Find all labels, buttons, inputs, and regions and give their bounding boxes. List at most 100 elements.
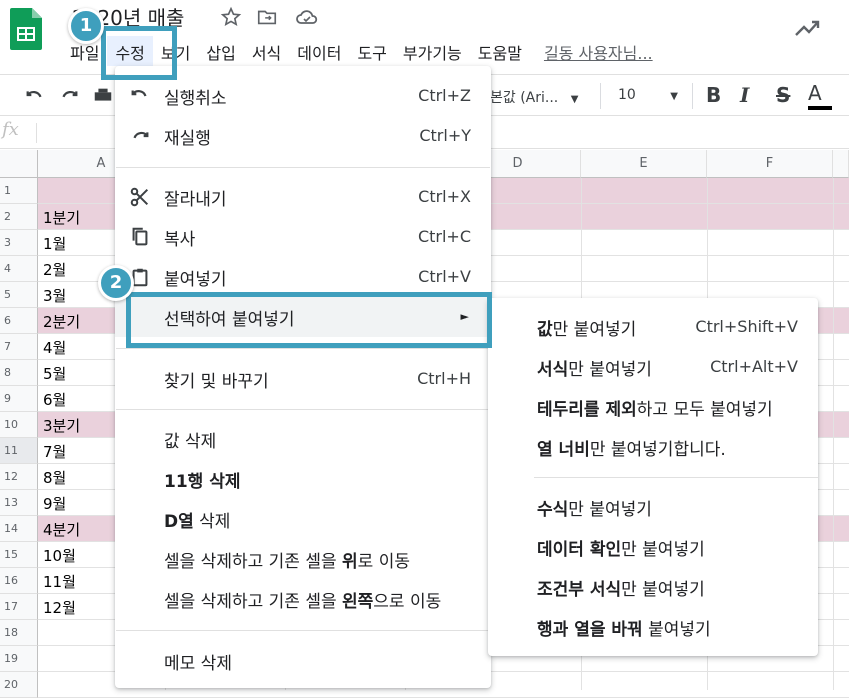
submenu-all-except-borders[interactable]: 테두리를 제외하고 모두 붙여넣기	[488, 386, 818, 426]
menu-paste[interactable]: 붙여넣기 Ctrl+V	[115, 257, 491, 297]
row-header[interactable]: 13	[0, 490, 38, 516]
cell-a[interactable]: 3분기	[43, 415, 80, 436]
cell-a[interactable]: 8월	[43, 467, 66, 488]
submenu-cond-format-only-label: 조건부 서식만 붙여넣기	[537, 580, 705, 600]
undo-icon[interactable]	[24, 85, 46, 107]
activity-trend-icon[interactable]	[794, 18, 822, 38]
row-header[interactable]: 2	[0, 204, 38, 230]
menu-copy[interactable]: 복사 Ctrl+C	[115, 217, 491, 257]
menu-redo[interactable]: 재실행 Ctrl+Y	[115, 116, 491, 156]
menu-delete-shift-left[interactable]: 셀을 삭제하고 기존 셀을 왼쪽으로 이동	[115, 579, 491, 619]
cell-a[interactable]: 4분기	[43, 519, 80, 540]
step-badge-2: 2	[98, 265, 134, 301]
submenu-formula-only[interactable]: 수식만 붙여넣기	[488, 486, 818, 526]
cell-a[interactable]: 1월	[43, 233, 66, 254]
cell-a[interactable]: 5월	[43, 363, 66, 384]
menu-delete-row[interactable]: 11행 삭제	[115, 459, 491, 499]
step-badge-1: 1	[68, 8, 104, 44]
row-header[interactable]: 15	[0, 542, 38, 568]
move-folder-icon[interactable]	[256, 6, 278, 28]
submenu-values-only[interactable]: 값만 붙여넣기 Ctrl+Shift+V	[488, 306, 818, 346]
cell-a[interactable]: 9월	[43, 493, 66, 514]
menu-find-replace[interactable]: 찾기 및 바꾸기 Ctrl+H	[115, 359, 491, 399]
row-header[interactable]: 14	[0, 516, 38, 542]
scissors-icon	[129, 186, 151, 208]
menu-delete-shift-up[interactable]: 셀을 삭제하고 기존 셀을 위로 이동	[115, 539, 491, 579]
font-size-value: 10	[618, 87, 636, 103]
cloud-saved-icon[interactable]	[295, 6, 318, 28]
menu-delete-note[interactable]: 메모 삭제	[115, 641, 491, 681]
row-header[interactable]: 19	[0, 646, 38, 672]
bold-button[interactable]: B	[706, 83, 721, 107]
redo-icon	[129, 125, 151, 147]
menu-divider	[116, 409, 490, 410]
menu-cut[interactable]: 잘라내기 Ctrl+X	[115, 177, 491, 217]
submenu-transposed[interactable]: 행과 열을 바꿔 붙여넣기	[488, 606, 818, 646]
row-header[interactable]: 7	[0, 334, 38, 360]
cell-a[interactable]: 2분기	[43, 311, 80, 332]
row-header[interactable]: 4	[0, 256, 38, 282]
row-header[interactable]: 18	[0, 620, 38, 646]
row-header[interactable]: 9	[0, 386, 38, 412]
menu-undo[interactable]: 실행취소 Ctrl+Z	[115, 76, 491, 116]
row-header[interactable]: 5	[0, 282, 38, 308]
submenu-transposed-label: 행과 열을 바꿔 붙여넣기	[537, 620, 711, 640]
row-header[interactable]: 16	[0, 568, 38, 594]
sheets-logo-icon[interactable]	[10, 8, 42, 50]
redo-icon[interactable]	[58, 85, 80, 107]
menu-format[interactable]: 서식	[244, 36, 289, 66]
text-color-label: A	[808, 81, 822, 105]
submenu-format-only[interactable]: 서식만 붙여넣기 Ctrl+Alt+V	[488, 346, 818, 386]
submenu-column-widths-label: 열 너비만 붙여넣기합니다.	[537, 440, 726, 460]
paste-special-submenu: 값만 붙여넣기 Ctrl+Shift+V 서식만 붙여넣기 Ctrl+Alt+V…	[488, 298, 818, 656]
italic-button[interactable]: I	[740, 83, 749, 107]
row-header[interactable]: 1	[0, 178, 38, 204]
column-header-f[interactable]: F	[707, 150, 833, 178]
toolbar-divider	[692, 83, 693, 109]
cell-a[interactable]: 2월	[43, 259, 66, 280]
row-header[interactable]: 3	[0, 230, 38, 256]
row-header[interactable]: 20	[0, 672, 38, 698]
cell-a[interactable]: 6월	[43, 389, 66, 410]
column-header-g[interactable]	[833, 150, 849, 178]
row-header[interactable]: 6	[0, 308, 38, 334]
menu-cut-shortcut: Ctrl+X	[418, 187, 471, 206]
print-icon[interactable]	[92, 85, 114, 107]
cell-a[interactable]: 4월	[43, 337, 66, 358]
strikethrough-button[interactable]: S	[776, 83, 790, 107]
star-icon[interactable]	[220, 6, 242, 28]
submenu-cond-format-only[interactable]: 조건부 서식만 붙여넣기	[488, 566, 818, 606]
row-header[interactable]: 12	[0, 464, 38, 490]
submenu-validation-only[interactable]: 데이터 확인만 붙여넣기	[488, 526, 818, 566]
menu-tools[interactable]: 도구	[349, 36, 394, 66]
menu-addons[interactable]: 부가기능	[395, 36, 470, 66]
row-header[interactable]: 11	[0, 438, 38, 464]
row-header[interactable]: 17	[0, 594, 38, 620]
menu-delete-column[interactable]: D열 삭제	[115, 499, 491, 539]
menu-copy-shortcut: Ctrl+C	[417, 227, 471, 246]
last-edit-link[interactable]: 길동 사용자님...	[530, 36, 661, 66]
font-size-select[interactable]: 10 ▼	[618, 87, 678, 103]
submenu-column-widths[interactable]: 열 너비만 붙여넣기합니다.	[488, 426, 818, 466]
edit-menu: 실행취소 Ctrl+Z 재실행 Ctrl+Y 잘라내기 Ctrl+X 복사 Ct…	[115, 66, 491, 688]
cell-a[interactable]: 1분기	[43, 207, 80, 228]
column-header-e[interactable]: E	[581, 150, 707, 178]
chevron-down-icon: ▼	[670, 91, 678, 102]
cell-a[interactable]: 10월	[43, 545, 76, 566]
row-header[interactable]: 10	[0, 412, 38, 438]
menu-delete-values[interactable]: 값 삭제	[115, 419, 491, 459]
menu-data[interactable]: 데이터	[289, 36, 349, 66]
cell-a[interactable]: 12월	[43, 597, 76, 618]
cell-a[interactable]: 3월	[43, 285, 66, 306]
select-all-corner[interactable]	[0, 150, 38, 178]
text-color-button[interactable]: A	[808, 81, 832, 110]
menu-paste-shortcut: Ctrl+V	[418, 267, 471, 286]
menu-insert[interactable]: 삽입	[198, 36, 243, 66]
row-header[interactable]: 8	[0, 360, 38, 386]
cell-a[interactable]: 7월	[43, 441, 66, 462]
menu-help[interactable]: 도움말	[470, 36, 530, 66]
submenu-format-only-label: 서식만 붙여넣기	[537, 360, 652, 380]
font-family-select[interactable]: 본값 (Ari... ▼	[490, 87, 578, 107]
cell-a[interactable]: 11월	[43, 571, 76, 592]
menu-undo-label: 실행취소	[164, 89, 227, 109]
